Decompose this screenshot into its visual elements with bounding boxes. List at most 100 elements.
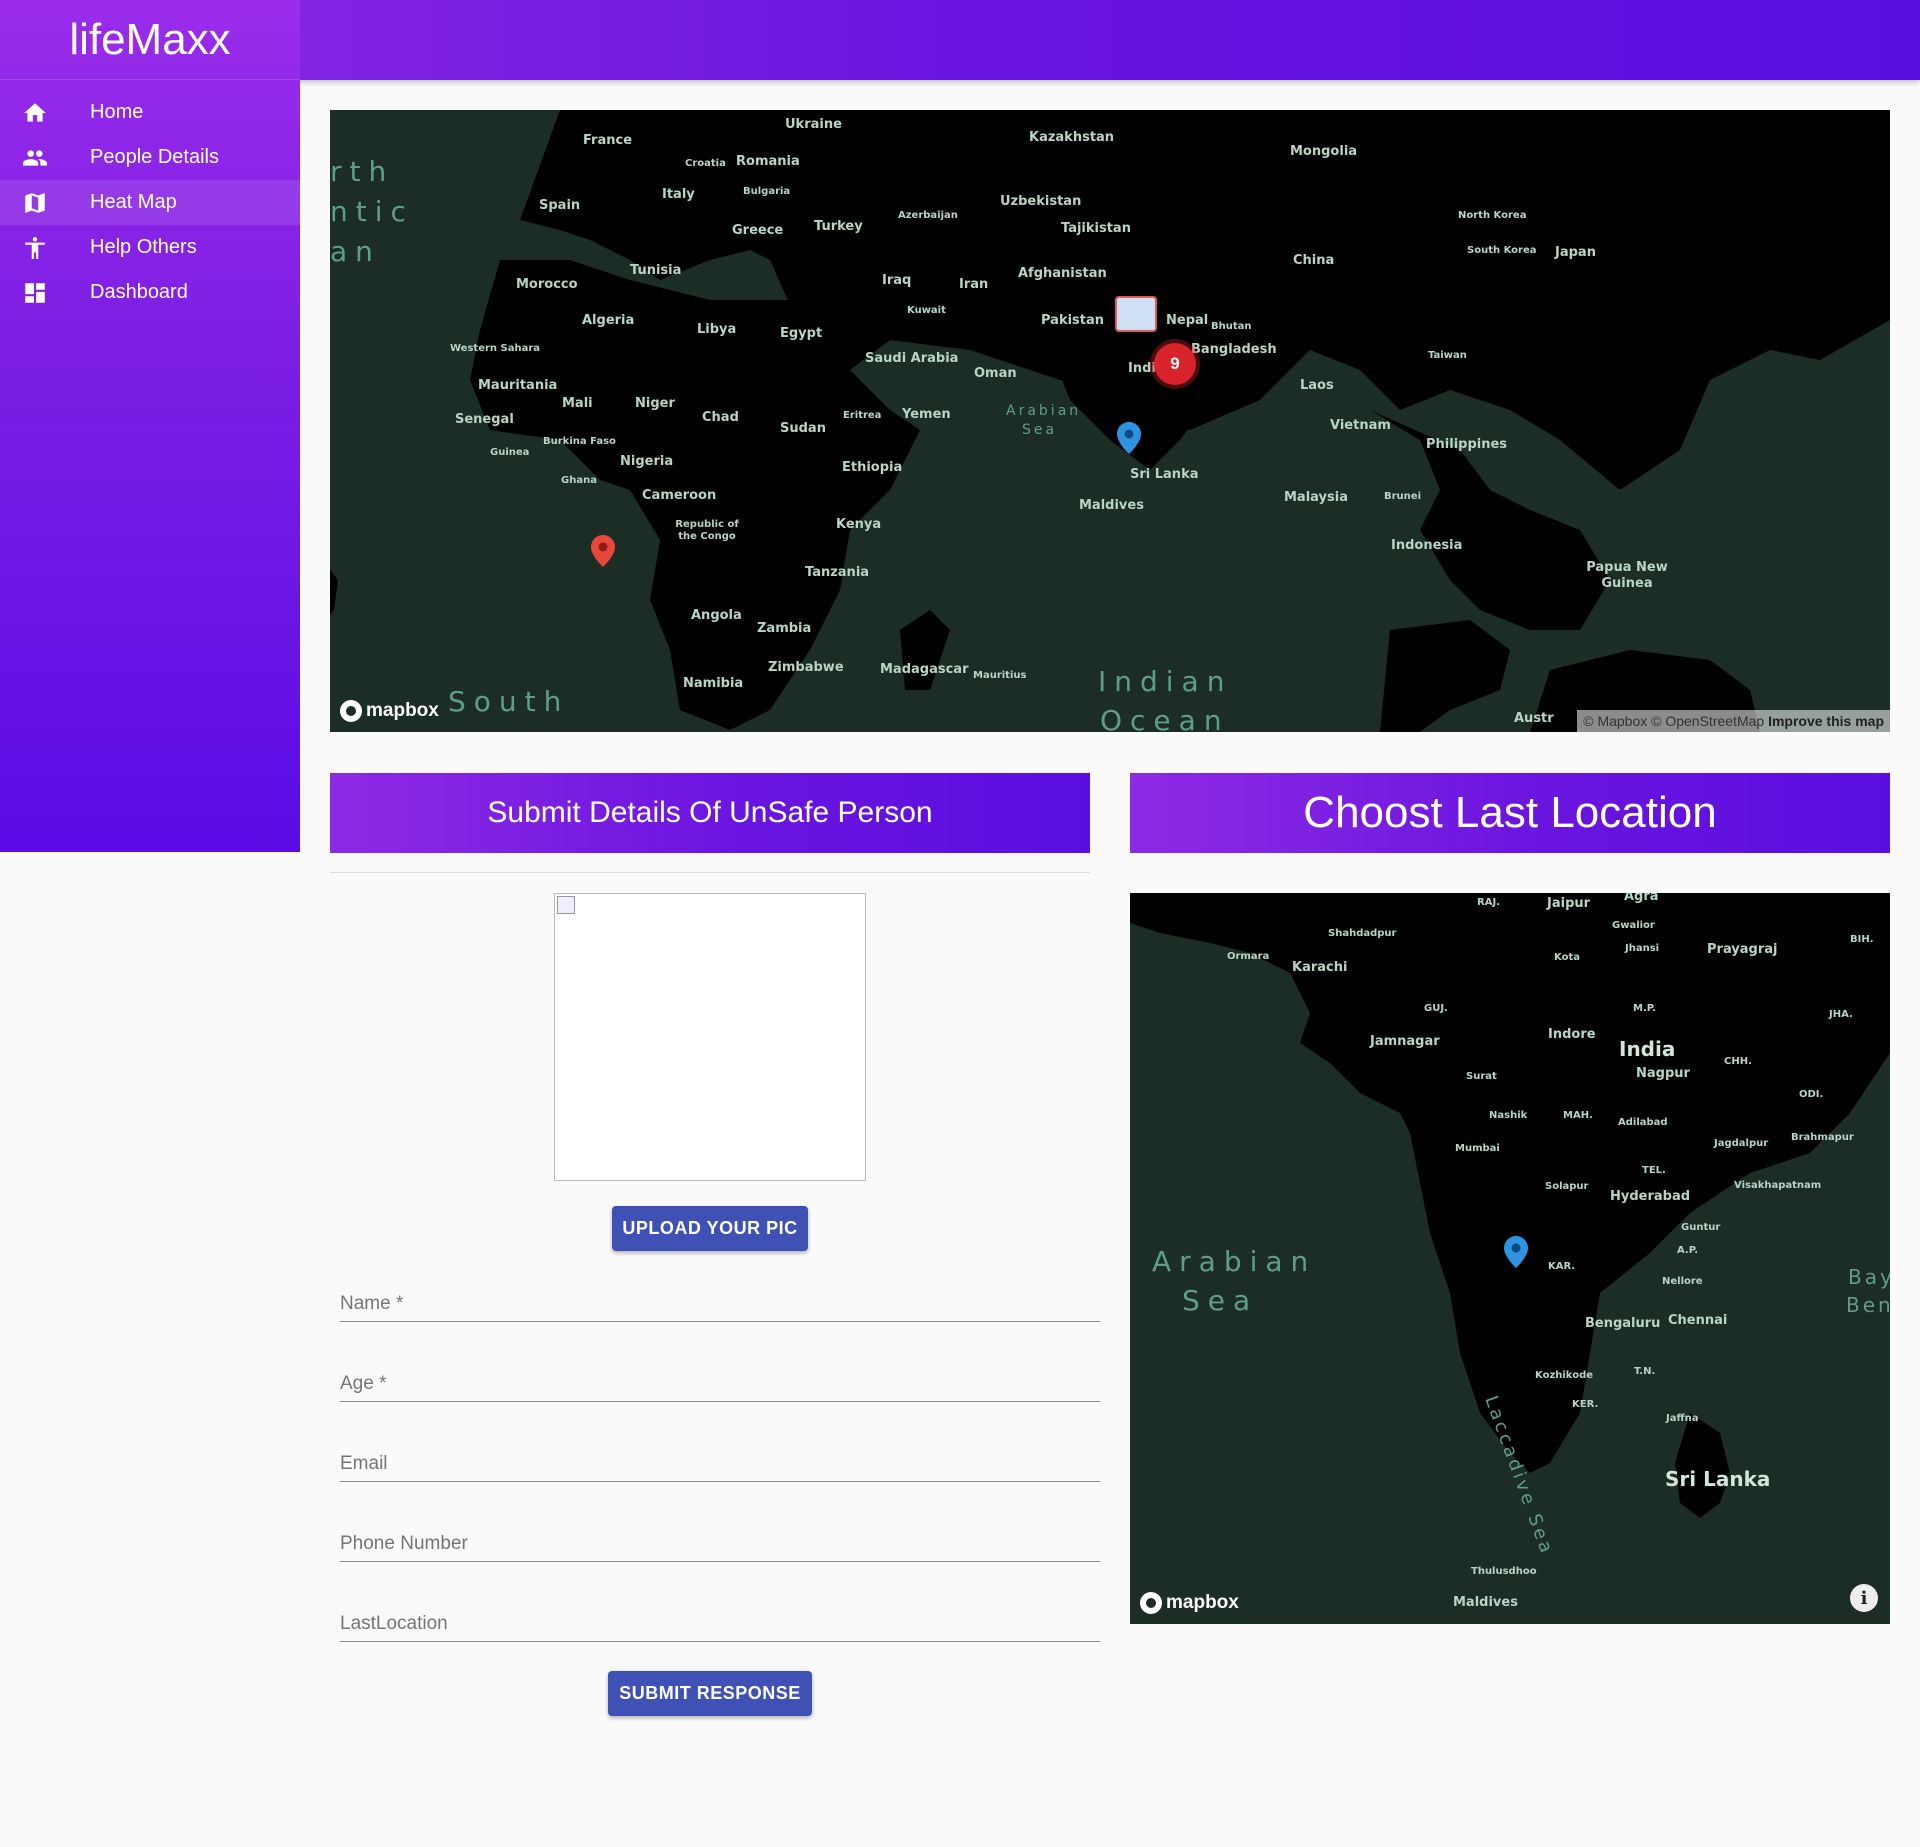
ocean-label: Arabian (1152, 1245, 1317, 1278)
phone-field (340, 1512, 1100, 1562)
name-field (340, 1272, 1100, 1322)
country-label: Taiwan (1428, 350, 1467, 361)
country-label: Sri Lanka (1130, 467, 1199, 482)
ocean-label: Bay (1848, 1265, 1890, 1289)
country-label: Burkina Faso (543, 436, 616, 447)
place-label: Kozhikode (1535, 1370, 1594, 1381)
email-input[interactable] (340, 1453, 1100, 1475)
country-label: Bangladesh (1191, 342, 1277, 357)
place-label: Bengaluru (1585, 1316, 1661, 1331)
sidebar-item-heat-map[interactable]: Heat Map (0, 180, 300, 225)
country-label: China (1293, 253, 1335, 268)
improve-map-link[interactable]: Improve this map (1768, 713, 1884, 729)
place-label: Jamnagar (1370, 1034, 1440, 1049)
ocean-label: Sea (1022, 422, 1058, 438)
country-label: Chad (702, 410, 739, 425)
sidebar-item-label: Home (90, 101, 144, 123)
place-label: Nellore (1662, 1276, 1703, 1287)
age-input[interactable] (340, 1373, 1100, 1395)
place-label: Brahmapur (1791, 1132, 1854, 1143)
phone-input[interactable] (340, 1533, 1100, 1555)
form-section-title: Submit Details Of UnSafe Person (330, 773, 1090, 853)
place-label: JHA. (1829, 1009, 1853, 1020)
country-label: Saudi Arabia (865, 351, 959, 366)
sidebar-item-home[interactable]: Home (0, 90, 300, 135)
place-label: ODI. (1799, 1089, 1824, 1100)
country-label: Sudan (780, 421, 826, 436)
country-label: Uzbekistan (1000, 194, 1082, 209)
map-attribution[interactable]: © Mapbox © OpenStreetMap Improve this ma… (1577, 710, 1890, 732)
place-label: Kota (1554, 952, 1580, 963)
country-label: Iran (959, 277, 989, 292)
country-label: Greece (732, 223, 784, 238)
country-label: Cameroon (642, 488, 717, 503)
place-label: KER. (1572, 1399, 1599, 1410)
location-picker-map[interactable]: RAJ. Jaipur Agra Gwalior Shahdadpur Jhan… (1130, 893, 1890, 1624)
place-label: Nagpur (1636, 1066, 1690, 1081)
ocean-label: rth (330, 155, 395, 188)
country-label: Nigeria (620, 454, 674, 469)
country-label: Zimbabwe (768, 660, 844, 675)
ocean-label: ntic (330, 195, 414, 228)
country-label: Algeria (582, 313, 635, 328)
sidebar-item-people-details[interactable]: People Details (0, 135, 300, 180)
red-location-pin-icon[interactable] (591, 535, 615, 567)
country-label: Namibia (683, 676, 744, 691)
info-icon[interactable]: i (1850, 1584, 1878, 1612)
upload-pic-button[interactable]: UPLOAD YOUR PIC (612, 1206, 808, 1251)
hospital-marker-icon[interactable] (1115, 296, 1157, 332)
country-label: Papua New Guinea (1586, 560, 1668, 591)
blue-location-pin-icon[interactable] (1117, 422, 1141, 454)
broken-image-icon (557, 896, 575, 914)
place-label: A.P. (1677, 1245, 1699, 1256)
country-label: Bulgaria (743, 186, 791, 197)
app-title: lifeMaxx (0, 0, 300, 80)
country-label: Kenya (836, 517, 882, 532)
sidebar-item-help-others[interactable]: Help Others (0, 225, 300, 270)
mapbox-logo[interactable]: mapbox (1140, 1592, 1239, 1614)
mapbox-logo-icon (340, 700, 362, 722)
place-label: GUJ. (1424, 1003, 1448, 1014)
location-section-title: Choost Last Location (1130, 773, 1890, 853)
last-location-input[interactable] (340, 1613, 1100, 1635)
country-label: Guinea (490, 447, 530, 458)
ocean-label: Ocean (1100, 704, 1230, 732)
country-label: Tunisia (630, 263, 682, 278)
country-label: Austr (1514, 711, 1554, 726)
country-label: South Korea (1467, 245, 1537, 256)
sidebar-item-dashboard[interactable]: Dashboard (0, 270, 300, 315)
blue-location-pin-icon[interactable] (1504, 1236, 1528, 1268)
heat-map[interactable]: rth ntic an South Indian Ocean Arabian S… (330, 110, 1890, 732)
place-label: Ormara (1227, 951, 1270, 962)
sidebar-nav: Home People Details Heat Map Help Others… (0, 90, 300, 315)
country-label: Ukraine (785, 117, 842, 132)
place-label: Hyderabad (1610, 1189, 1691, 1204)
place-label: Jhansi (1625, 943, 1660, 954)
place-label: M.P. (1633, 1003, 1657, 1014)
country-label: Italy (662, 187, 695, 202)
place-label: Guntur (1681, 1222, 1721, 1233)
age-field (340, 1352, 1100, 1402)
place-label: Jaipur (1547, 896, 1591, 911)
place-label: Solapur (1545, 1181, 1589, 1192)
country-label: Western Sahara (450, 343, 540, 354)
place-label: TEL. (1642, 1165, 1666, 1176)
country-label: North Korea (1458, 210, 1527, 221)
place-label: Thulusdhoo (1471, 1566, 1537, 1577)
place-label: CHH. (1724, 1056, 1752, 1067)
name-input[interactable] (340, 1293, 1100, 1315)
country-label: Ethiopia (842, 460, 903, 475)
country-label: Ghana (561, 475, 597, 486)
place-label: Indore (1548, 1027, 1596, 1042)
marker-cluster[interactable]: 9 (1154, 343, 1196, 385)
home-icon (0, 100, 90, 126)
country-label: Mali (562, 396, 593, 411)
country-label: Romania (736, 154, 800, 169)
ocean-label: Sea (1182, 1284, 1259, 1317)
submit-response-button[interactable]: SUBMIT RESPONSE (608, 1671, 812, 1716)
country-label: Yemen (902, 407, 951, 422)
mapbox-logo[interactable]: mapbox (340, 700, 439, 722)
place-label: Visakhapatnam (1734, 1180, 1822, 1191)
country-label: Libya (697, 322, 737, 337)
country-label: Pakistan (1041, 313, 1105, 328)
